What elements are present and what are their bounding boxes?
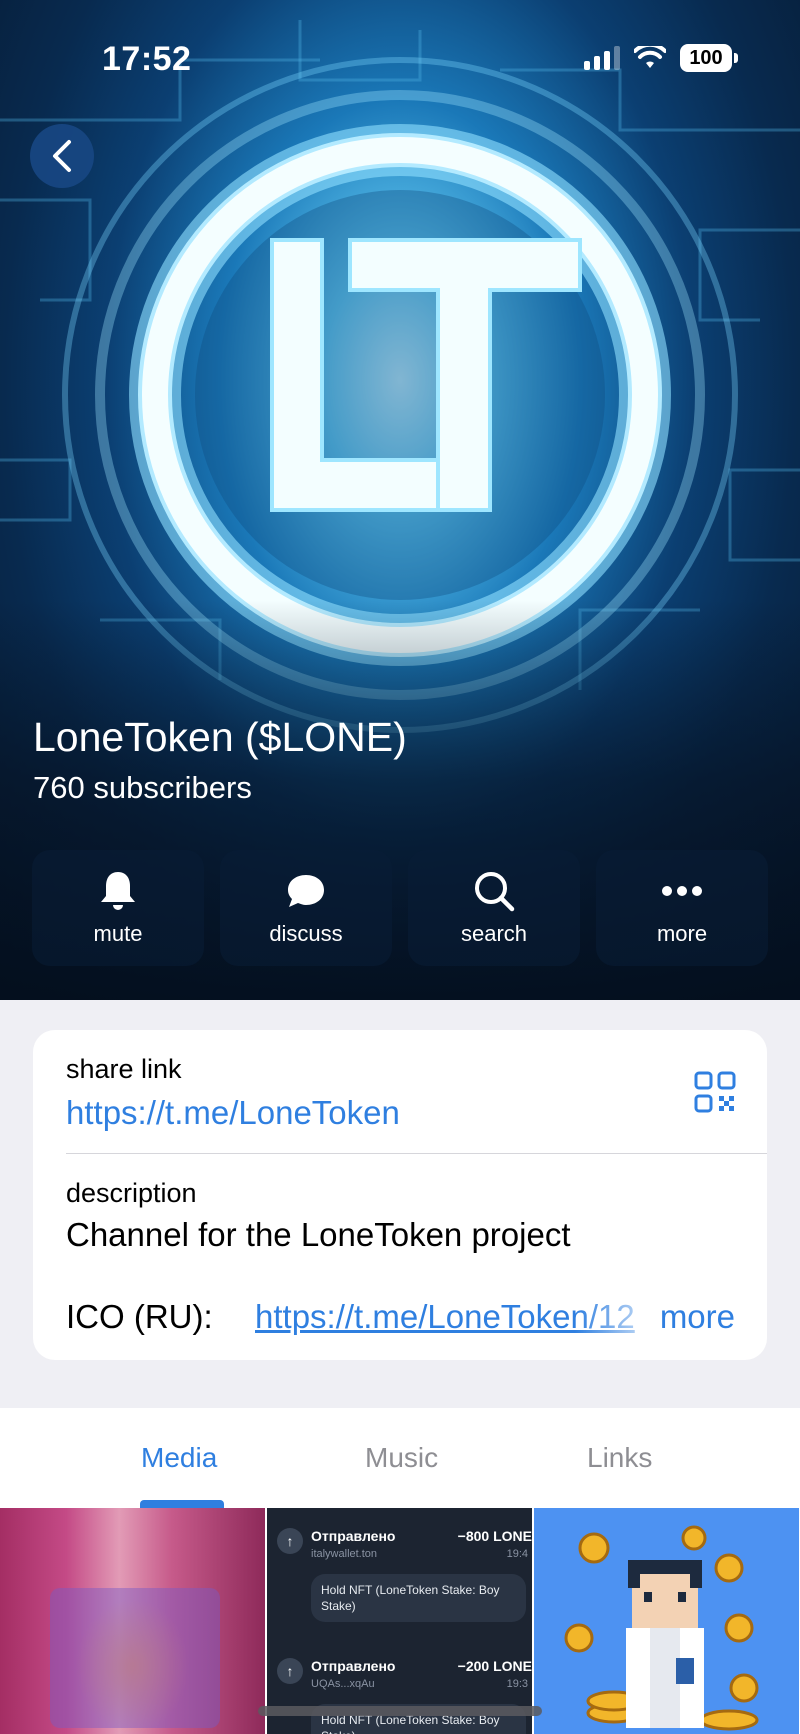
search-button[interactable]: search: [408, 850, 580, 966]
bell-icon: [101, 872, 135, 910]
arrow-up-icon: ↑: [277, 1528, 303, 1554]
qr-code-icon[interactable]: [693, 1070, 737, 1114]
more-label: more: [656, 921, 708, 946]
media-grid: ↑ Отправлено −800 LONE italywallet.ton 1…: [0, 1508, 800, 1734]
description-more-link[interactable]: more: [660, 1298, 735, 1336]
transaction-title: Отправлено: [311, 1528, 396, 1544]
discuss-label: discuss: [269, 921, 343, 946]
tab-links[interactable]: Links: [587, 1442, 652, 1474]
search-icon: [475, 872, 515, 912]
more-button[interactable]: more: [596, 850, 768, 966]
channel-hero: 17:52 100 LoneToken ($LONE) 760 subscrib…: [0, 0, 800, 1000]
media-thumbnail[interactable]: [534, 1508, 799, 1734]
media-thumbnail[interactable]: ↑ Отправлено −800 LONE italywallet.ton 1…: [267, 1508, 532, 1734]
description-label: description: [66, 1178, 197, 1208]
transaction-amount: −200 LONE: [457, 1658, 532, 1674]
share-link-label: share link: [66, 1054, 182, 1084]
media-tabs: Media Music Links: [0, 1408, 800, 1508]
status-icons: 100: [584, 44, 738, 72]
wifi-icon: [634, 46, 666, 68]
search-label: search: [460, 921, 528, 946]
mute-label: mute: [93, 921, 143, 946]
chevron-left-icon: [53, 140, 71, 172]
ico-link[interactable]: https://t.me/LoneToken/12: [255, 1298, 655, 1336]
ico-prefix: ICO (RU):: [66, 1298, 213, 1335]
home-indicator: [258, 1706, 542, 1716]
channel-info-card: share link https://t.me/LoneToken descri…: [33, 1030, 767, 1360]
battery-icon: 100: [680, 44, 738, 72]
media-thumbnail[interactable]: [0, 1508, 265, 1734]
active-tab-indicator: [140, 1500, 224, 1508]
transaction-address: italywallet.ton: [311, 1548, 378, 1560]
transaction-note: Hold NFT (LoneToken Stake: Boy Stake): [311, 1574, 526, 1622]
tab-media[interactable]: Media: [141, 1442, 217, 1474]
action-bar: mute discuss search more: [32, 850, 768, 966]
description-text: Channel for the LoneToken project: [66, 1216, 571, 1253]
mute-button[interactable]: mute: [32, 850, 204, 966]
cellular-signal-icon: [584, 46, 620, 70]
tab-music[interactable]: Music: [365, 1442, 438, 1474]
ellipsis-icon: [662, 886, 702, 896]
subscriber-count: 760 subscribers: [33, 770, 252, 805]
status-bar: 17:52 100: [0, 0, 800, 110]
transaction-time: 19:4: [506, 1548, 528, 1560]
chat-bubble-icon: [288, 875, 324, 907]
pixel-art-character-image: [564, 1525, 759, 1731]
card-divider: [66, 1153, 767, 1154]
transaction-time: 19:3: [506, 1678, 528, 1690]
channel-title: LoneToken ($LONE): [33, 714, 407, 760]
transaction-address: UQAs...xqAu: [311, 1678, 375, 1690]
status-time: 17:52: [102, 40, 192, 78]
transaction-amount: −800 LONE: [457, 1528, 532, 1544]
back-button[interactable]: [30, 124, 94, 188]
share-link-url[interactable]: https://t.me/LoneToken: [66, 1094, 400, 1132]
discuss-button[interactable]: discuss: [220, 850, 392, 966]
arrow-up-icon: ↑: [277, 1658, 303, 1684]
transaction-title: Отправлено: [311, 1658, 396, 1674]
